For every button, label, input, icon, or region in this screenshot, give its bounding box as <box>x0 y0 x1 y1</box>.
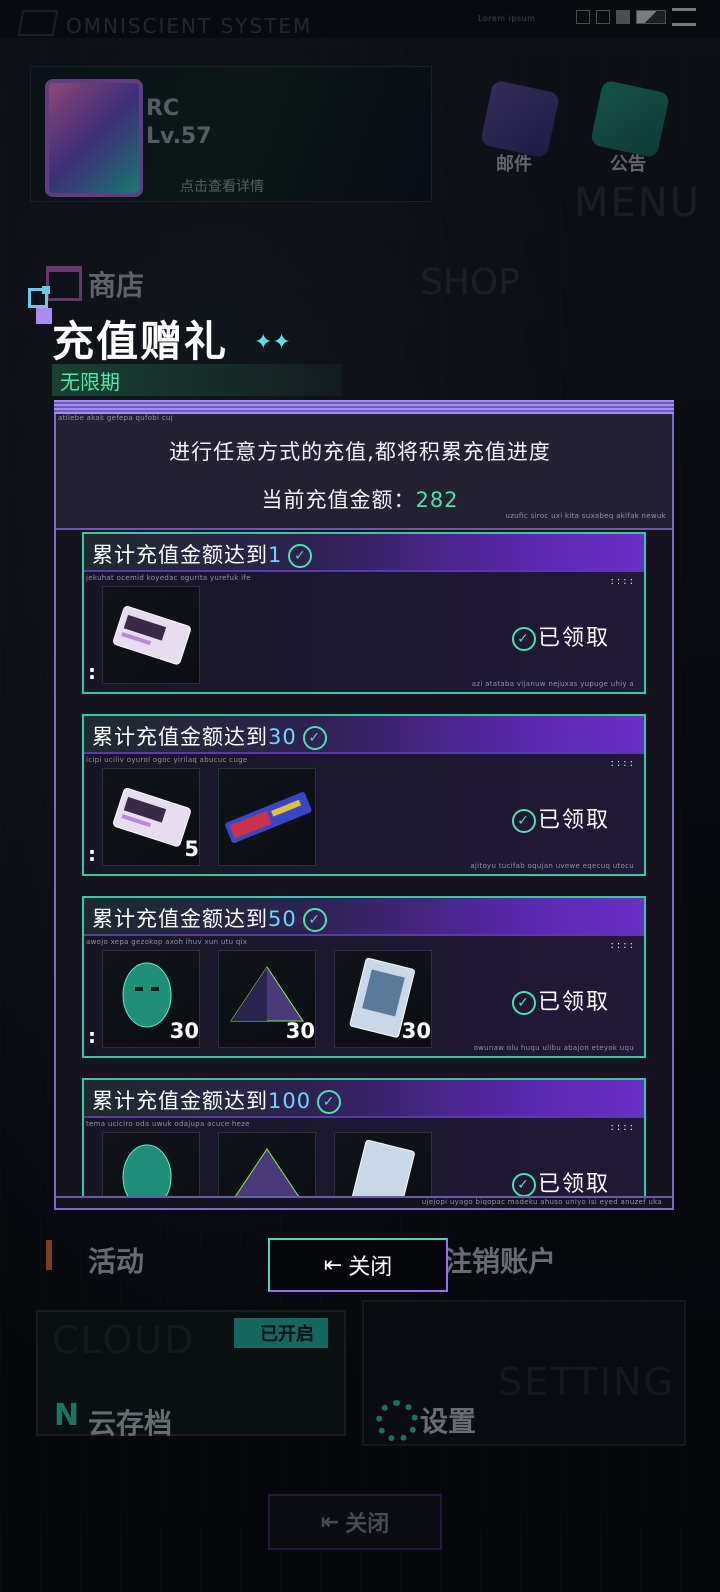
weapon-card-icon <box>225 792 312 843</box>
mask-icon <box>122 1144 172 1196</box>
card-target: 1 <box>268 543 283 567</box>
item-quantity: 5 <box>184 837 199 861</box>
card-title: 累计充值金额达到1 ✓ <box>92 539 313 569</box>
check-icon: ✓ <box>512 627 536 651</box>
check-icon: ✓ <box>512 991 536 1015</box>
reward-item[interactable]: 30 <box>334 950 432 1048</box>
noise-text: ujejopi uyago biqopac madeku ahuso uniyo… <box>421 1198 662 1206</box>
modal-top-stripe <box>54 400 674 414</box>
card-title-text: 累计充值金额达到 <box>92 907 268 931</box>
claimed-status: ✓ 已领取 <box>512 620 610 652</box>
ticket-icon <box>113 606 191 665</box>
reward-item[interactable] <box>218 768 316 866</box>
colon-deco: : <box>88 1024 96 1048</box>
exit-icon: ⇤ <box>323 1252 343 1278</box>
reward-item[interactable]: 5 <box>102 768 200 866</box>
dots-deco: :::: <box>610 1122 636 1133</box>
reward-card: 累计充值金额达到30 ✓ icipi uciliv oyurol ogoc yir… <box>82 714 646 876</box>
item-quantity: 30 <box>169 1019 199 1043</box>
close-label: 关闭 <box>348 1255 393 1280</box>
noise-text: azi atataba vijanuw nejuxas yupuge uhiy … <box>471 680 634 688</box>
colon-deco: : <box>88 842 96 866</box>
item-quantity: 30 <box>401 1019 431 1043</box>
dots-deco: :::: <box>610 758 636 769</box>
chip-card-icon <box>349 1139 415 1196</box>
pyramid-icon <box>235 1148 299 1196</box>
current-amount-value: 282 <box>415 488 459 512</box>
current-amount-row: 当前充值金额：282 <box>0 484 720 514</box>
check-icon: ✓ <box>302 908 327 932</box>
check-icon: ✓ <box>288 544 313 568</box>
card-target: 50 <box>268 907 297 931</box>
modal-bottom-bar: ujejopi uyago biqopac madeku ahuso uniyo… <box>56 1196 672 1210</box>
card-title: 累计充值金额达到100 ✓ <box>92 1085 342 1115</box>
noise-text: icipi uciliv oyurol ogoc yirilaq abucuc … <box>86 756 248 764</box>
current-amount-label: 当前充值金额： <box>261 488 416 512</box>
card-title-text: 累计充值金额达到 <box>92 725 268 749</box>
close-button[interactable]: ⇤ 关闭 <box>268 1238 448 1292</box>
noise-text: awojo xepa gezokop axoh ihuv xun utu qix <box>86 938 248 946</box>
reward-item[interactable] <box>218 1132 316 1196</box>
card-title-text: 累计充值金额达到 <box>92 543 268 567</box>
corner-deco <box>36 308 52 324</box>
dots-deco: :::: <box>610 940 636 951</box>
info-description: 进行任意方式的充值,都将积累充值进度 <box>169 440 551 464</box>
sparkle-icon: ✦✦ <box>254 330 291 355</box>
card-header: 累计充值金额达到100 ✓ <box>84 1080 644 1118</box>
modal-title: 充值赠礼 <box>52 317 229 366</box>
noise-text: atilebe akak gefepa qufobi cuj <box>58 414 173 422</box>
claimed-text: 已领取 <box>538 1172 611 1196</box>
claimed-status: ✓ 已领取 <box>512 802 610 834</box>
card-header: 累计充值金额达到50 ✓ <box>84 898 644 936</box>
reward-item[interactable] <box>334 1132 432 1196</box>
check-icon: ✓ <box>302 726 327 750</box>
claimed-text: 已领取 <box>538 626 611 651</box>
card-header: 累计充值金额达到1 ✓ <box>84 534 644 572</box>
noise-text: tema uciciro oda uwuk odajupa acuce heze <box>86 1120 250 1128</box>
claimed-status: ✓ 已领取 <box>512 984 610 1016</box>
check-icon: ✓ <box>317 1090 342 1114</box>
reward-item[interactable] <box>102 586 200 684</box>
reward-card: 累计充值金额达到100 ✓ tema uciciro oda uwuk odaju… <box>82 1078 646 1196</box>
check-icon: ✓ <box>512 1173 536 1196</box>
reward-card: 累计充值金额达到1 ✓ jekuhat ocemid koyedac ogurit… <box>82 532 646 694</box>
card-title-text: 累计充值金额达到 <box>92 1089 268 1113</box>
reward-card: 累计充值金额达到50 ✓ awojo xepa gezokop axoh ihuv… <box>82 896 646 1058</box>
check-icon: ✓ <box>512 809 536 833</box>
corner-deco <box>42 286 50 294</box>
item-quantity: 30 <box>285 1019 315 1043</box>
card-target: 100 <box>268 1089 312 1113</box>
noise-text: jekuhat ocemid koyedac ogurita yurefuk i… <box>86 574 251 582</box>
noise-text: ajitoyu tucifab oqujan uvewe eqecuq utoc… <box>470 862 634 870</box>
claimed-text: 已领取 <box>538 808 611 833</box>
reward-item[interactable]: 30 <box>102 950 200 1048</box>
noise-text: owunaw olu huqu ulibu abajon eteyok uqu <box>473 1044 634 1052</box>
card-target: 30 <box>268 725 297 749</box>
reward-item[interactable]: 30 <box>218 950 316 1048</box>
modal-subtitle: 无限期 <box>60 370 120 394</box>
claimed-status: ✓ 已领取 <box>512 1166 610 1196</box>
card-title: 累计充值金额达到30 ✓ <box>92 721 327 751</box>
reward-list[interactable]: 累计充值金额达到1 ✓ jekuhat ocemid koyedac ogurit… <box>56 532 672 1196</box>
reward-item[interactable] <box>102 1132 200 1196</box>
claimed-text: 已领取 <box>538 990 611 1015</box>
card-title: 累计充值金额达到50 ✓ <box>92 903 327 933</box>
dots-deco: :::: <box>610 576 636 587</box>
card-header: 累计充值金额达到30 ✓ <box>84 716 644 754</box>
colon-deco: : <box>88 660 96 684</box>
